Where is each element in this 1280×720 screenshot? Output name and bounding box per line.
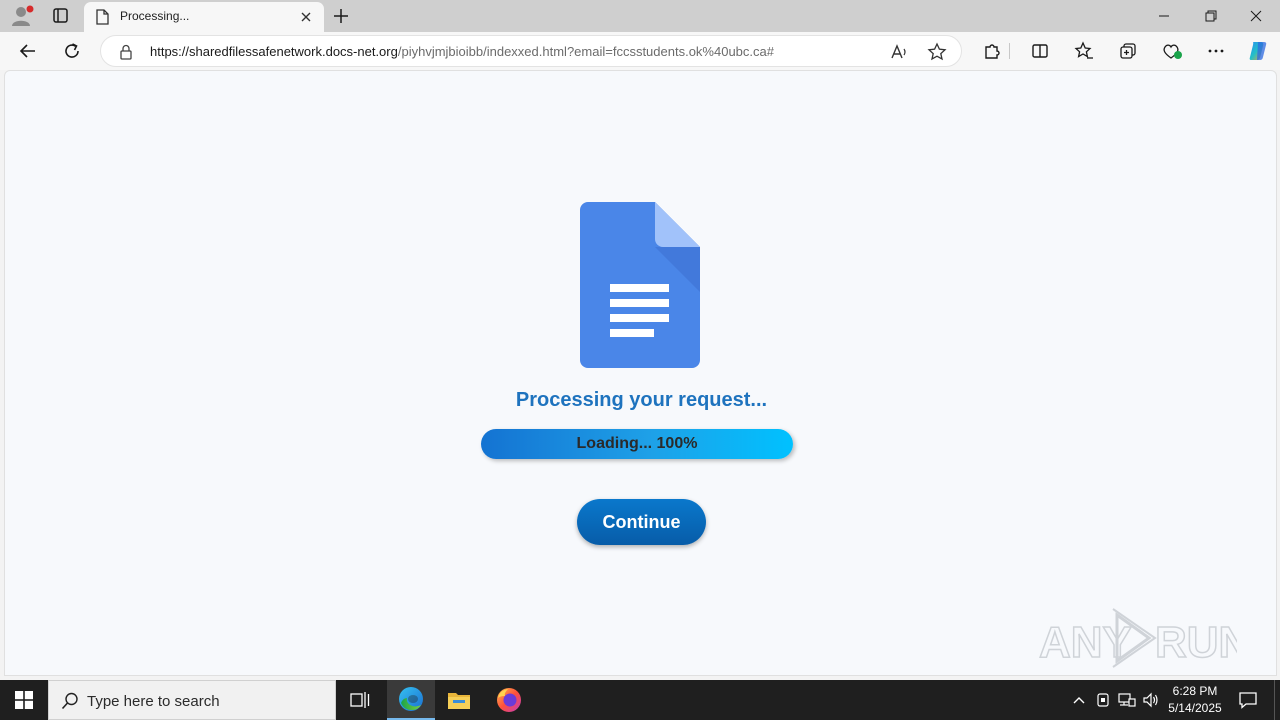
url-text[interactable]: https://sharedfilessafenetwork.docs-net.… — [150, 44, 774, 59]
more-options-icon[interactable] — [1202, 37, 1230, 65]
page-icon — [95, 9, 109, 25]
tab-actions-icon[interactable] — [46, 4, 74, 28]
firefox-icon[interactable] — [485, 680, 533, 720]
continue-button[interactable]: Continue — [577, 499, 706, 545]
browser-essentials-icon[interactable] — [1158, 37, 1186, 65]
windows-taskbar: 6:28 PM 5/14/2025 — [0, 680, 1280, 720]
minimize-icon[interactable] — [1146, 4, 1182, 28]
new-tab-icon[interactable] — [330, 5, 352, 27]
security-tray-icon[interactable] — [1092, 680, 1114, 720]
clock-date: 5/14/2025 — [1168, 701, 1222, 715]
toolbar-divider — [1009, 43, 1010, 59]
tab-strip: Processing... — [0, 0, 1280, 32]
show-desktop-button[interactable] — [1274, 680, 1280, 720]
reload-icon[interactable] — [58, 37, 86, 65]
notifications-icon[interactable] — [1234, 680, 1262, 720]
taskbar-search-box[interactable] — [48, 680, 336, 720]
lock-icon[interactable] — [119, 44, 133, 60]
processing-heading: Processing your request... — [515, 389, 768, 411]
progress-label: Loading... 100% — [576, 435, 698, 452]
file-explorer-icon[interactable] — [435, 680, 483, 720]
restore-icon[interactable] — [1192, 4, 1228, 28]
show-hidden-icons-chevron-icon[interactable] — [1068, 680, 1090, 720]
windows-start-icon[interactable] — [0, 680, 48, 720]
read-aloud-icon[interactable] — [889, 42, 909, 62]
tab-processing[interactable]: Processing... — [84, 2, 324, 32]
page-viewport: Processing your request... Loading... 10… — [4, 70, 1277, 676]
task-view-icon[interactable] — [336, 680, 384, 720]
google-docs-icon — [580, 202, 700, 368]
collections-icon[interactable] — [1114, 37, 1142, 65]
add-favorite-star-icon[interactable] — [927, 42, 947, 62]
loading-progress-bar: Loading... 100% — [481, 429, 793, 459]
url-path: /piyhvjmjbioibb/indexxed.html?email=fccs… — [397, 44, 774, 59]
taskbar-clock[interactable]: 6:28 PM 5/14/2025 — [1162, 683, 1228, 717]
copilot-icon[interactable] — [1244, 37, 1272, 65]
anyrun-watermark-logo: ANY RUN — [1037, 607, 1251, 669]
address-bar[interactable]: https://sharedfilessafenetwork.docs-net.… — [100, 35, 962, 67]
extensions-puzzle-icon[interactable] — [978, 37, 1006, 65]
profile-avatar-icon[interactable] — [8, 4, 36, 28]
back-arrow-icon[interactable] — [14, 37, 42, 65]
tab-close-icon[interactable] — [298, 9, 314, 25]
search-input[interactable] — [87, 690, 327, 712]
split-screen-icon[interactable] — [1026, 37, 1054, 65]
network-icon[interactable] — [1116, 680, 1138, 720]
clock-time: 6:28 PM — [1172, 684, 1218, 698]
svg-text:RUN: RUN — [1155, 618, 1237, 667]
tab-title: Processing... — [120, 9, 190, 23]
volume-icon[interactable] — [1140, 680, 1162, 720]
search-icon — [61, 692, 79, 710]
browser-toolbar: https://sharedfilessafenetwork.docs-net.… — [0, 32, 1280, 70]
window-close-icon[interactable] — [1238, 4, 1274, 28]
favorites-icon[interactable] — [1070, 37, 1098, 65]
edge-browser-icon[interactable] — [387, 680, 435, 720]
url-host: https://sharedfilessafenetwork.docs-net.… — [150, 44, 398, 59]
